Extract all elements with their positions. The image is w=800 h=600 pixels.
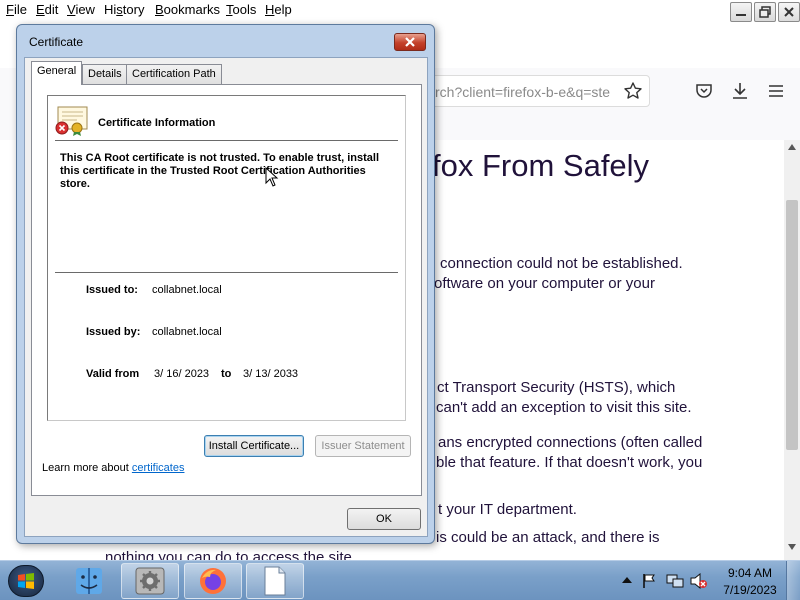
menu-hamburger-icon[interactable] bbox=[766, 82, 786, 100]
windows-logo-icon bbox=[18, 573, 34, 589]
paragraph-line: ct Transport Security (HSTS), which bbox=[437, 379, 676, 396]
paragraph-line: is could be an attack, and there is bbox=[436, 529, 660, 546]
taskbar-settings[interactable] bbox=[121, 563, 179, 599]
issuer-statement-button[interactable]: Issuer Statement bbox=[315, 435, 411, 457]
close-icon bbox=[405, 37, 415, 47]
settings-gear-icon bbox=[135, 567, 165, 595]
restore-button[interactable] bbox=[754, 2, 776, 22]
menu-help[interactable]: Help bbox=[265, 2, 292, 17]
menu-tools[interactable]: Tools bbox=[226, 2, 256, 17]
window-close-button[interactable] bbox=[778, 2, 800, 22]
menu-bookmarks[interactable]: Bookmarks bbox=[155, 2, 220, 17]
install-certificate-button[interactable]: Install Certificate... bbox=[204, 435, 304, 457]
scroll-up-icon[interactable] bbox=[788, 144, 796, 150]
url-bar[interactable]: rch?client=firefox-b-e&q=ste bbox=[420, 75, 650, 107]
issued-to-label: Issued to: bbox=[86, 284, 138, 296]
tab-certification-path[interactable]: Certification Path bbox=[126, 64, 222, 84]
certificates-link[interactable]: certificates bbox=[132, 462, 185, 474]
menu-file[interactable]: File bbox=[6, 2, 27, 17]
trust-warning-text: This CA Root certificate is not trusted.… bbox=[60, 152, 380, 190]
url-text[interactable]: rch?client=firefox-b-e&q=ste bbox=[435, 84, 610, 100]
valid-from-value: 3/ 16/ 2023 bbox=[154, 368, 210, 380]
paragraph-line: ans encrypted connections (often called bbox=[438, 434, 703, 451]
page-title: fox From Safely bbox=[432, 148, 650, 183]
ok-button[interactable]: OK bbox=[347, 508, 421, 530]
dialog-body: General Details Certification Path Certi… bbox=[24, 57, 428, 537]
untrusted-certificate-icon bbox=[55, 106, 88, 136]
menu-bar: File Edit View History Bookmarks Tools H… bbox=[0, 0, 800, 22]
issued-by-value: collabnet.local bbox=[152, 326, 222, 338]
paragraph-line: connection could not be established. bbox=[440, 255, 683, 272]
issued-by-label: Issued by: bbox=[86, 326, 141, 338]
taskbar: 9:04 AM 7/19/2023 bbox=[0, 560, 800, 600]
paragraph-line: can't add an exception to visit this sit… bbox=[436, 399, 692, 416]
document-icon bbox=[264, 566, 286, 596]
tab-general[interactable]: General bbox=[31, 61, 83, 85]
firefox-icon bbox=[200, 568, 226, 594]
tray-expand-icon[interactable] bbox=[622, 576, 632, 584]
dialog-close-button[interactable] bbox=[394, 33, 426, 51]
network-icon[interactable] bbox=[666, 573, 684, 589]
certificate-info-title: Certificate Information bbox=[98, 117, 216, 129]
paragraph-line: nothing you can do to access the site. bbox=[105, 549, 356, 560]
minimize-button[interactable] bbox=[730, 2, 752, 22]
valid-from-label: Valid from bbox=[86, 368, 140, 380]
learn-more-text: Learn more about certificates bbox=[42, 462, 184, 474]
taskbar-document[interactable] bbox=[246, 563, 304, 599]
scroll-thumb[interactable] bbox=[786, 200, 798, 450]
close-icon bbox=[784, 7, 794, 17]
clock-date[interactable]: 7/19/2023 bbox=[718, 583, 782, 597]
certificate-dialog: Certificate General Details Certificatio… bbox=[16, 24, 435, 544]
tab-details[interactable]: Details bbox=[82, 64, 128, 84]
certificate-info-box: Certificate Information This CA Root cer… bbox=[47, 95, 406, 421]
mouse-cursor-icon bbox=[265, 167, 279, 187]
restore-icon bbox=[759, 6, 771, 18]
start-button[interactable] bbox=[8, 565, 44, 597]
dialog-title: Certificate bbox=[29, 35, 84, 49]
scroll-down-icon[interactable] bbox=[788, 544, 796, 550]
paragraph-line: oftware on your computer or your bbox=[434, 275, 655, 292]
downloads-icon[interactable] bbox=[730, 82, 750, 100]
vertical-scrollbar[interactable] bbox=[784, 140, 800, 560]
issued-to-value: collabnet.local bbox=[152, 284, 222, 296]
divider bbox=[55, 272, 398, 273]
valid-to-value: 3/ 13/ 2033 bbox=[243, 368, 299, 380]
general-tab-panel: Certificate Information This CA Root cer… bbox=[31, 84, 422, 496]
menu-history[interactable]: History bbox=[104, 2, 144, 17]
learn-more-prefix: Learn more about bbox=[42, 462, 132, 474]
action-center-flag-icon[interactable] bbox=[642, 573, 656, 589]
bookmark-star-icon[interactable] bbox=[623, 81, 643, 101]
taskbar-finder[interactable] bbox=[60, 563, 118, 599]
pocket-icon[interactable] bbox=[694, 82, 714, 100]
clock-time[interactable]: 9:04 AM bbox=[722, 566, 778, 580]
taskbar-firefox[interactable] bbox=[184, 563, 242, 599]
divider bbox=[55, 140, 398, 141]
minimize-icon bbox=[736, 14, 746, 16]
menu-view[interactable]: View bbox=[67, 2, 95, 17]
finder-icon bbox=[76, 568, 102, 594]
menu-edit[interactable]: Edit bbox=[36, 2, 58, 17]
show-desktop-button[interactable] bbox=[786, 561, 800, 600]
volume-muted-icon[interactable] bbox=[690, 573, 708, 589]
paragraph-line: ble that feature. If that doesn't work, … bbox=[436, 454, 703, 471]
valid-to-label: to bbox=[221, 368, 232, 380]
window-controls bbox=[730, 2, 800, 24]
paragraph-line: t your IT department. bbox=[438, 501, 577, 518]
